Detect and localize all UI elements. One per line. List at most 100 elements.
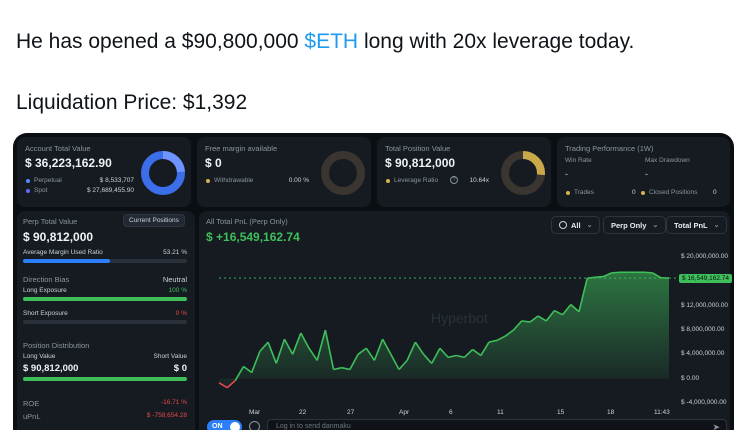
free-margin-value: $ 0 bbox=[205, 156, 222, 170]
leverage-value: 10.64x bbox=[469, 177, 489, 184]
pnl-area-fill bbox=[219, 272, 669, 388]
position-value-card: Total Position Value $ 90,812,000 Levera… bbox=[377, 137, 551, 207]
dashboard-screenshot: Account Total Value $ 36,223,162.90 Perp… bbox=[13, 133, 734, 430]
y-tick-label: $ -4,000,000.00 bbox=[681, 398, 727, 406]
upnl-label: uPnL bbox=[23, 412, 41, 421]
long-value-label: Long Value bbox=[23, 353, 56, 360]
perpetual-value: $ 8,533,707 bbox=[99, 177, 134, 184]
danmaku-toggle[interactable]: ON bbox=[207, 420, 242, 430]
pnl-area-chart[interactable]: Hyperbot Mar 22 27 Apr 6 11 15 18 11:43 bbox=[199, 211, 730, 430]
help-icon[interactable]: ? bbox=[450, 176, 458, 184]
tweet-text-post: long with 20x leverage today. bbox=[358, 30, 635, 53]
current-value-tag: $ 16,549,162.74 bbox=[679, 274, 732, 284]
danmaku-placeholder: Log in to send danmaku bbox=[276, 423, 351, 430]
cashtag-link[interactable]: $ETH bbox=[304, 30, 358, 53]
account-value-title: Account Total Value bbox=[25, 144, 91, 153]
account-value-card: Account Total Value $ 36,223,162.90 Perp… bbox=[17, 137, 191, 207]
y-tick-label: $ 20,000,000.00 bbox=[681, 253, 728, 261]
y-tick-label: $ 4,000,000.00 bbox=[681, 350, 725, 358]
x-tick-label: 18 bbox=[607, 409, 615, 416]
short-value: $ 0 bbox=[173, 363, 187, 374]
x-tick-label: 11:43 bbox=[654, 409, 670, 416]
roe-label: ROE bbox=[23, 399, 40, 408]
tweet-text-line-1: He has opened a $90,800,000 $ETH long wi… bbox=[16, 30, 634, 54]
trades-value: 0 bbox=[632, 189, 636, 196]
distribution-bar bbox=[23, 377, 187, 381]
pnl-line-segment bbox=[611, 271, 620, 274]
performance-title: Trading Performance (1W) bbox=[565, 144, 654, 153]
tweet-text-line-2: Liquidation Price: $1,392 bbox=[16, 91, 248, 114]
current-positions-button[interactable]: Current Positions bbox=[123, 214, 185, 227]
position-value-title: Total Position Value bbox=[385, 144, 451, 153]
tweet-text-pre: He has opened a $90,800,000 bbox=[16, 30, 305, 53]
withdrawable-value: 0.00 % bbox=[288, 177, 309, 184]
closed-positions-value: 0 bbox=[713, 189, 717, 196]
perpetual-label: Perpetual bbox=[34, 177, 62, 184]
danmaku-input[interactable]: Log in to send danmaku ➤ bbox=[267, 419, 727, 430]
closed-positions-dot-icon bbox=[641, 191, 645, 195]
short-exposure-bar bbox=[23, 320, 187, 324]
perp-total-value: $ 90,812,000 bbox=[23, 230, 94, 244]
short-exposure-label: Short Exposure bbox=[23, 310, 68, 317]
perpetual-dot-icon bbox=[26, 179, 30, 183]
x-tick-label: Mar bbox=[249, 409, 261, 416]
withdrawable-dot-icon bbox=[206, 179, 210, 183]
y-tick-label: $ 8,000,000.00 bbox=[681, 326, 725, 333]
x-tick-label: 6 bbox=[449, 409, 453, 416]
trades-dot-icon bbox=[566, 191, 570, 195]
margin-used-bar-fill bbox=[23, 259, 111, 263]
pnl-chart-card: All Total PnL (Perp Only) $ +16,549,162.… bbox=[199, 211, 732, 430]
trades-label: Trades bbox=[574, 189, 594, 196]
direction-bias-value: Neutral bbox=[162, 275, 187, 284]
pnl-line-segment bbox=[644, 271, 653, 274]
spot-dot-icon bbox=[26, 189, 30, 193]
spot-label: Spot bbox=[34, 187, 48, 194]
free-margin-card: Free margin available $ 0 Withdrawable 0… bbox=[197, 137, 371, 207]
withdrawable-label: Withdrawable bbox=[214, 177, 254, 184]
x-tick-label: 15 bbox=[557, 409, 565, 416]
spot-value: $ 27,689,455.90 bbox=[87, 187, 134, 194]
roe-value: -16.71 % bbox=[160, 399, 187, 406]
x-tick-label: 11 bbox=[497, 409, 504, 416]
max-drawdown-value: - bbox=[645, 169, 648, 179]
position-value: $ 90,812,000 bbox=[385, 156, 456, 170]
long-exposure-label: Long Exposure bbox=[23, 287, 67, 294]
x-tick-label: 22 bbox=[299, 409, 307, 416]
perp-total-title: Perp Total Value bbox=[23, 217, 78, 226]
danmaku-toggle-label: ON bbox=[212, 423, 223, 430]
toggle-knob bbox=[230, 422, 240, 430]
account-donut-chart bbox=[141, 151, 185, 195]
y-tick-label: $ 12,000,000.00 bbox=[681, 301, 728, 309]
position-distribution-label: Position Distribution bbox=[23, 341, 90, 350]
trading-performance-card: Trading Performance (1W) Win Rate - Max … bbox=[557, 137, 730, 207]
direction-bias-label: Direction Bias bbox=[23, 275, 70, 284]
margin-used-bar bbox=[23, 259, 187, 263]
short-exposure-value: 0 % bbox=[175, 310, 187, 317]
upnl-value: $ -758,654.28 bbox=[146, 412, 187, 419]
x-tick-label: Apr bbox=[399, 409, 410, 416]
send-icon[interactable]: ➤ bbox=[712, 422, 720, 430]
leverage-dot-icon bbox=[386, 179, 390, 183]
settings-icon[interactable] bbox=[249, 421, 260, 430]
x-tick-label: 27 bbox=[347, 409, 355, 416]
win-rate-label: Win Rate bbox=[565, 157, 592, 164]
max-drawdown-label: Max Drawdown bbox=[645, 157, 690, 164]
account-value: $ 36,223,162.90 bbox=[25, 156, 112, 170]
long-exposure-value: 100 % bbox=[168, 287, 187, 294]
y-tick-label: $ 0.00 bbox=[681, 374, 700, 382]
long-exposure-bar bbox=[23, 297, 187, 301]
pnl-line-segment bbox=[595, 275, 604, 278]
leverage-gauge-chart bbox=[501, 151, 545, 195]
leverage-label: Leverage Ratio bbox=[394, 177, 439, 184]
long-exposure-bar-fill bbox=[23, 297, 187, 301]
free-margin-donut-chart bbox=[321, 151, 365, 195]
watermark-logo: Hyperbot bbox=[431, 310, 488, 326]
margin-used-value: 53.21 % bbox=[163, 249, 187, 256]
free-margin-title: Free margin available bbox=[205, 144, 278, 153]
perp-summary-card: Perp Total Value Current Positions $ 90,… bbox=[17, 211, 195, 430]
margin-used-label: Average Margin Used Ratio bbox=[23, 249, 103, 256]
short-value-label: Short Value bbox=[153, 353, 187, 360]
win-rate-value: - bbox=[565, 169, 568, 179]
closed-positions-label: Closed Positions bbox=[649, 189, 698, 196]
long-value: $ 90,812,000 bbox=[23, 363, 79, 374]
